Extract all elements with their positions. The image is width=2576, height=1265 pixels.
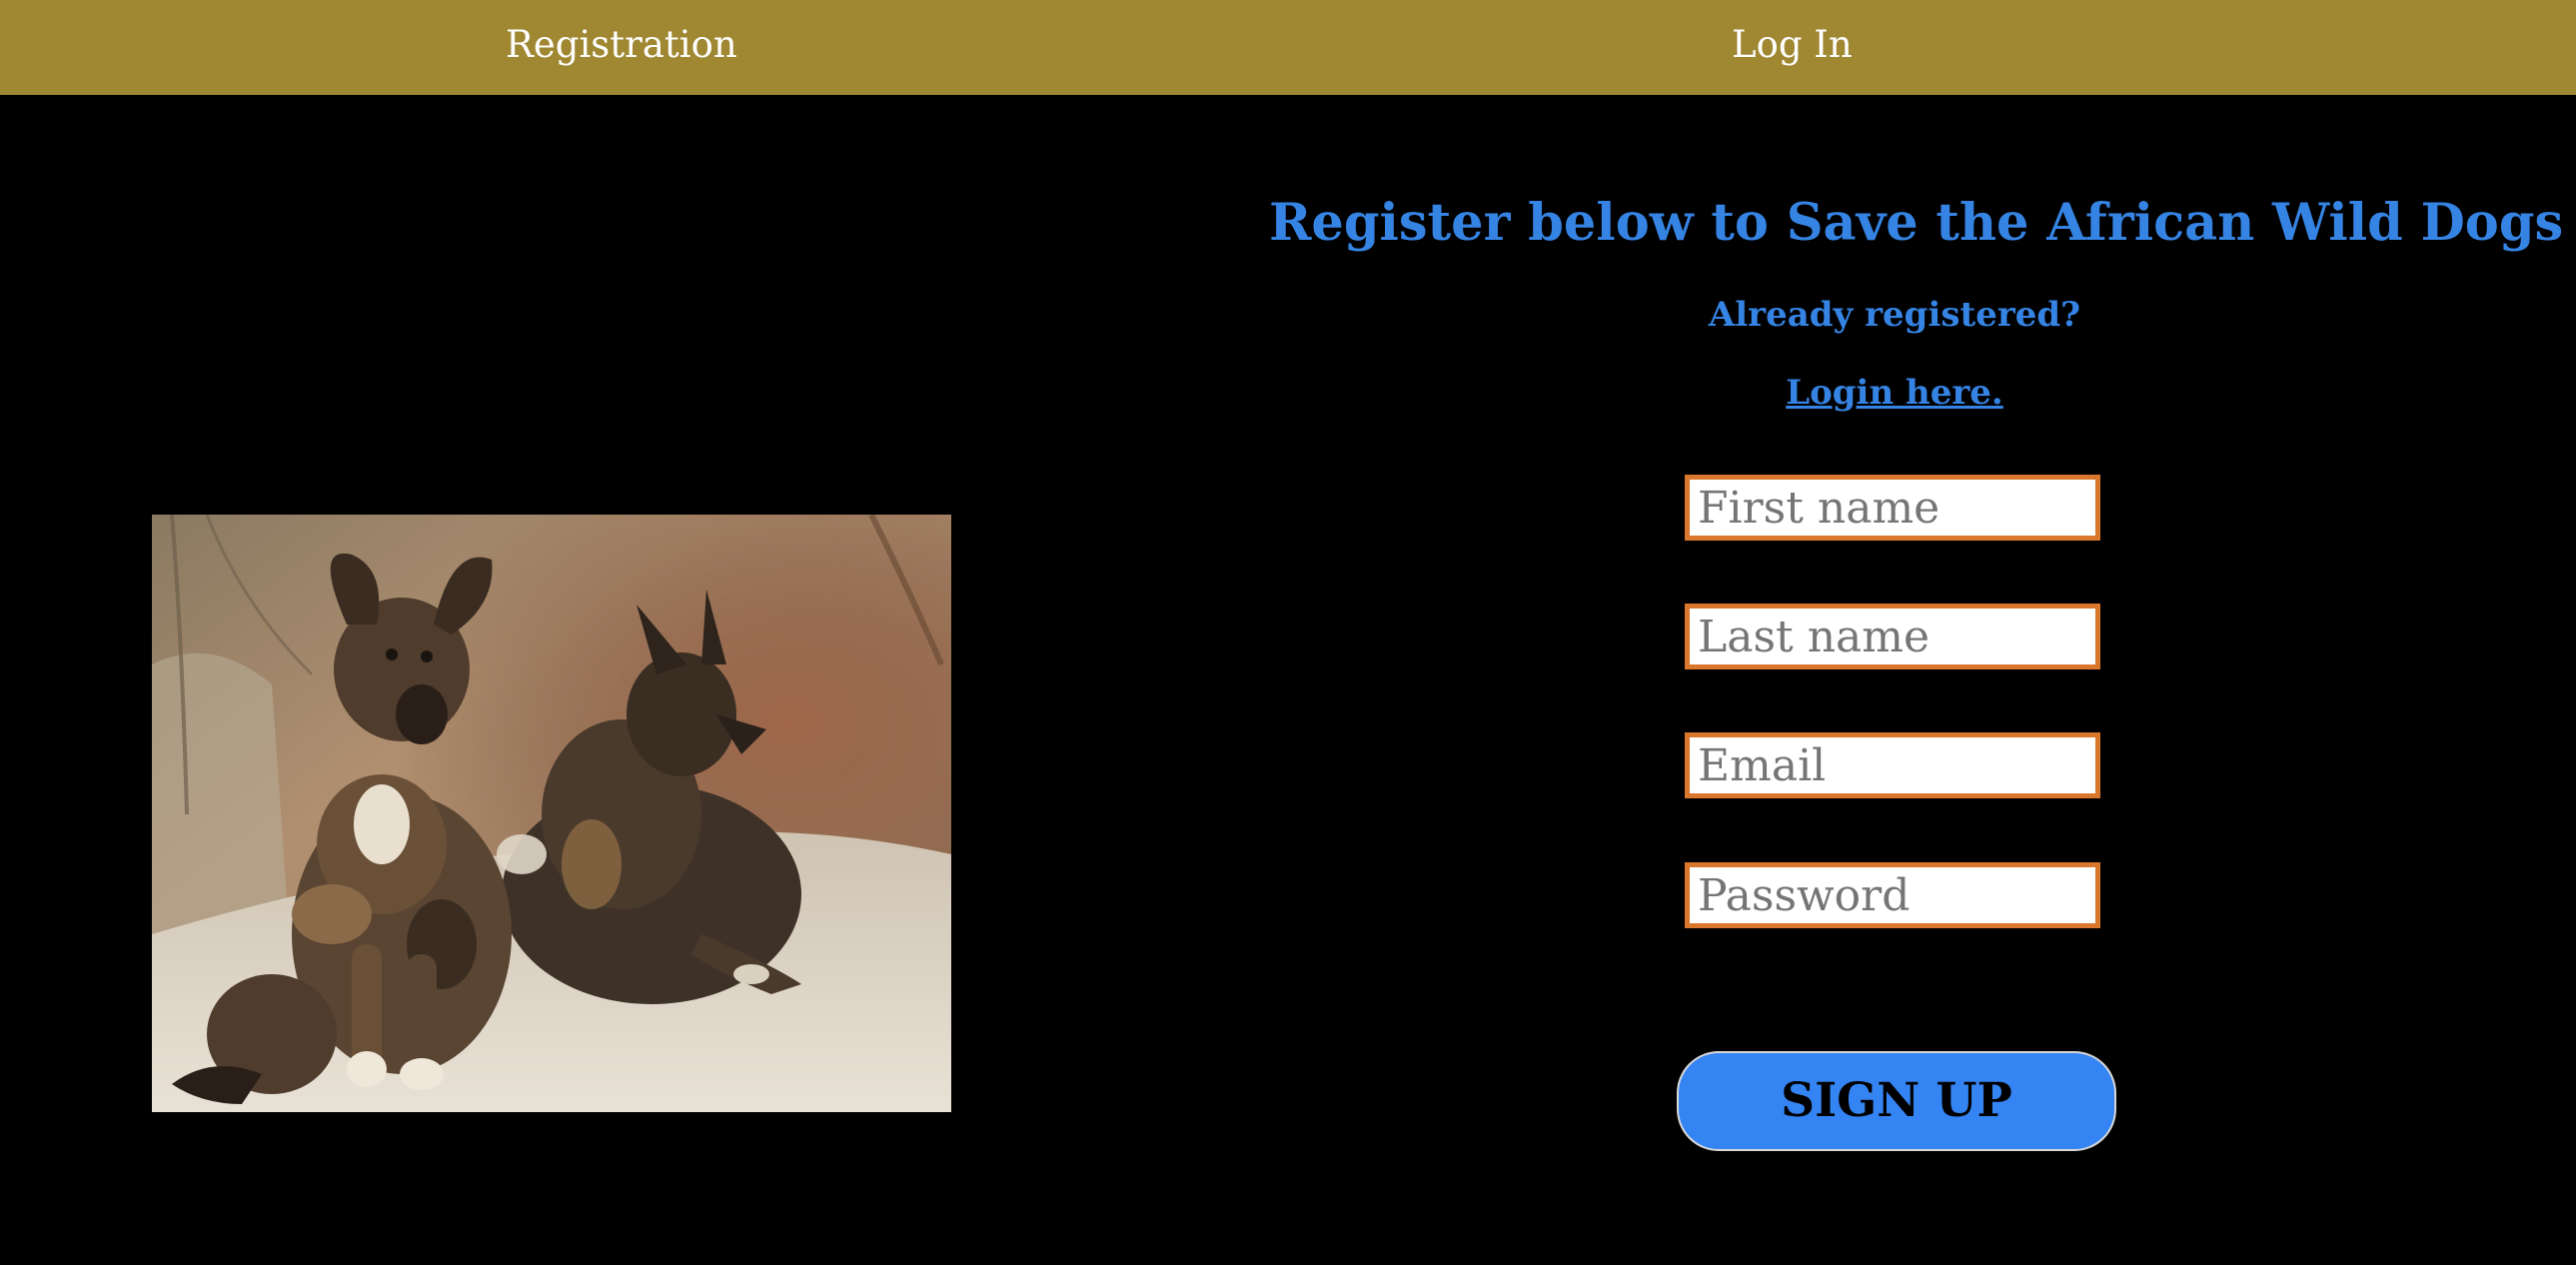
already-registered-text: Already registered? xyxy=(1708,295,2081,335)
nav-link-login[interactable]: Log In xyxy=(1732,0,1853,95)
sign-up-button[interactable]: SIGN UP xyxy=(1677,1051,2116,1151)
nav-link-registration[interactable]: Registration xyxy=(506,0,737,95)
login-here-link[interactable]: Login here. xyxy=(1269,373,2520,413)
top-navbar: Registration Log In xyxy=(0,0,2576,95)
last-name-input[interactable] xyxy=(1685,604,2100,669)
page-title: Register below to Save the African Wild … xyxy=(1269,193,2564,253)
password-input[interactable] xyxy=(1685,862,2100,928)
registration-form: Register below to Save the African Wild … xyxy=(1269,95,2564,1265)
first-name-input[interactable] xyxy=(1685,475,2100,541)
wild-dog-pups-photo xyxy=(152,515,951,1112)
email-input[interactable] xyxy=(1685,732,2100,798)
